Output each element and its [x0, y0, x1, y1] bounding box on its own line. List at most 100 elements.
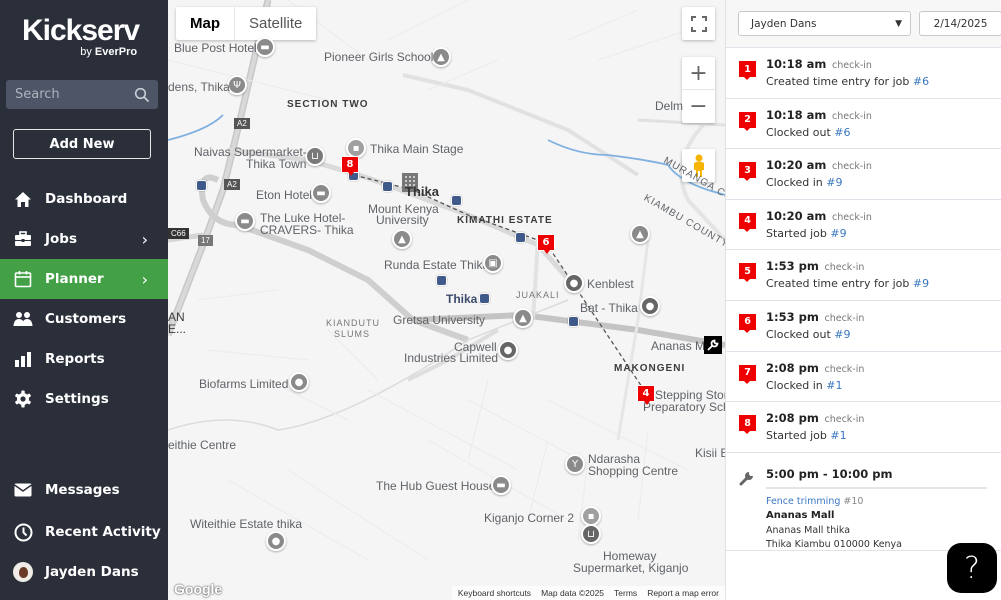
poi-shopping-icon[interactable]: ⊔	[581, 524, 601, 544]
job-item[interactable]: 5:00 pm - 10:00 pm Fence trimming #10 An…	[726, 453, 1001, 551]
poi-bar-icon[interactable]: Y	[565, 454, 585, 474]
checkin-description: Clocked out #6	[766, 126, 850, 139]
checkin-item[interactable]: 2 10:18 am check-in Clocked out #6	[726, 99, 1001, 150]
chevron-right-icon: ›	[141, 229, 148, 249]
checkin-item[interactable]: 6 1:53 pm check-in Clocked out #9	[726, 301, 1001, 352]
nav-item-messages[interactable]: Messages	[0, 470, 168, 510]
nav-item-planner[interactable]: Planner ›	[0, 259, 168, 299]
poi-lock-icon[interactable]: ▪	[581, 506, 601, 526]
user-select-value: Jayden Dans	[751, 17, 817, 30]
job-link[interactable]: #1	[826, 379, 842, 392]
map-type-satellite-button[interactable]: Satellite	[235, 7, 316, 40]
search-box[interactable]	[6, 80, 158, 109]
map-marker-6[interactable]: 6	[537, 234, 555, 254]
poi-school-icon[interactable]: ▲	[630, 224, 650, 244]
map-label: Kisii E	[695, 446, 725, 460]
poi-place-icon[interactable]: ●	[266, 531, 286, 551]
bar-chart-icon	[13, 349, 33, 369]
job-time-range: 5:00 pm - 10:00 pm	[766, 466, 893, 481]
main-nav: Dashboard Jobs › Planner › Customers Rep…	[0, 179, 168, 419]
checkin-item[interactable]: 3 10:20 am check-in Clocked in #9	[726, 149, 1001, 200]
briefcase-icon	[13, 229, 33, 249]
nav-item-recent-activity[interactable]: Recent Activity	[0, 512, 168, 552]
terms-link[interactable]: Terms	[614, 588, 637, 598]
job-link[interactable]: #1	[830, 429, 846, 442]
zoom-out-button[interactable]: −	[682, 90, 715, 123]
bus-stop-icon[interactable]	[196, 180, 207, 191]
add-new-button[interactable]: Add New	[13, 129, 151, 159]
zoom-in-button[interactable]: +	[682, 58, 715, 90]
nav-label: Recent Activity	[45, 524, 161, 540]
nav-item-jobs[interactable]: Jobs ›	[0, 219, 168, 259]
job-link[interactable]: #9	[826, 176, 842, 189]
keyboard-shortcuts-link[interactable]: Keyboard shortcuts	[458, 588, 531, 598]
checkin-time: 2:08 pm check-in	[766, 361, 864, 375]
checkin-item[interactable]: 1 10:18 am check-in Created time entry for…	[726, 48, 1001, 99]
poi-hotel-icon[interactable]: ▬	[255, 37, 275, 57]
nav-label: Settings	[45, 391, 109, 407]
bus-stop-icon[interactable]	[382, 181, 393, 192]
bus-stop-icon[interactable]	[451, 195, 462, 206]
poi-place-icon[interactable]: ●	[564, 273, 584, 293]
checkin-text: Created time entry for job	[766, 75, 913, 88]
bus-stop-icon[interactable]	[436, 275, 447, 286]
nav-item-profile[interactable]: Jayden Dans	[0, 552, 168, 592]
job-link[interactable]: #9	[913, 277, 929, 290]
poi-hotel-icon[interactable]: ▬	[311, 183, 331, 203]
job-link[interactable]: #6	[913, 75, 929, 88]
poi-hotel-icon[interactable]: ▬	[235, 211, 255, 231]
bus-stop-icon[interactable]	[479, 293, 490, 304]
search-input[interactable]	[15, 87, 125, 102]
job-link[interactable]: #9	[834, 328, 850, 341]
map[interactable]: Map Satellite + − A2 A2 C66 17 ▬ Blue Po…	[168, 0, 725, 600]
panel-filters: Jayden Dans ▼ 2/14/2025	[726, 0, 1001, 48]
checkin-item[interactable]: 8 2:08 pm check-in Started job #1	[726, 402, 1001, 453]
map-marker-8[interactable]: 8	[341, 156, 359, 176]
map-label: Preparatory Sch	[643, 400, 725, 414]
job-link[interactable]: #9	[830, 227, 846, 240]
poi-hotel-icon[interactable]: ▬	[491, 475, 511, 495]
nav-item-dashboard[interactable]: Dashboard	[0, 179, 168, 219]
nav-item-reports[interactable]: Reports	[0, 339, 168, 379]
user-select[interactable]: Jayden Dans ▼	[738, 11, 911, 36]
poi-place-icon[interactable]: ●	[289, 372, 309, 392]
map-label: Shopping Centre	[588, 464, 679, 478]
job-name[interactable]: Fence trimming	[766, 496, 840, 507]
poi-lock-icon[interactable]: ▣	[483, 253, 503, 273]
help-button[interactable]: ?	[947, 543, 997, 593]
logo[interactable]: Kickserv by EverPro	[22, 14, 140, 58]
fullscreen-button[interactable]	[682, 7, 715, 40]
poi-school-icon[interactable]: ▲	[431, 47, 451, 67]
poi-shopping-icon[interactable]: ⊔	[305, 146, 325, 166]
checkin-item[interactable]: 7 2:08 pm check-in Clocked in #1	[726, 352, 1001, 403]
nav-item-customers[interactable]: Customers	[0, 299, 168, 339]
search-icon[interactable]	[134, 87, 150, 103]
job-address-line2: Thika Kiambu 010000 Kenya	[766, 538, 903, 550]
checkin-text: Created time entry for job	[766, 277, 913, 291]
job-link[interactable]: #6	[834, 126, 850, 139]
checkin-tag: check-in	[824, 363, 865, 375]
map-type-map-button[interactable]: Map	[176, 7, 235, 40]
job-marker[interactable]	[704, 336, 722, 354]
map-marker-4[interactable]: 4	[637, 385, 655, 405]
calendar-icon	[13, 269, 33, 289]
bus-stop-icon[interactable]	[515, 232, 526, 243]
poi-restaurant-icon[interactable]: Ψ	[227, 75, 247, 95]
map-label: Bat - Thika	[580, 301, 638, 315]
checkin-description: Clocked out #9	[766, 328, 850, 341]
checkin-item[interactable]: 4 10:20 am check-in Started job #9	[726, 200, 1001, 251]
bus-stop-icon[interactable]	[568, 316, 579, 327]
poi-school-icon[interactable]: ▲	[513, 308, 533, 328]
date-input[interactable]: 2/14/2025	[919, 11, 1001, 36]
sidebar: Kickserv by EverPro Add New Dashboard Jo…	[0, 0, 168, 600]
poi-school-icon[interactable]: ▲	[392, 229, 412, 249]
report-map-error-link[interactable]: Report a map error	[647, 588, 719, 598]
nav-item-settings[interactable]: Settings	[0, 379, 168, 419]
poi-stage-icon[interactable]: ▪	[346, 138, 366, 158]
poi-place-icon[interactable]: ●	[498, 340, 518, 360]
checkin-item[interactable]: 5 1:53 pm check-in Created time entry for …	[726, 250, 1001, 301]
job-link[interactable]: Fence trimming #10	[766, 496, 863, 507]
poi-place-icon[interactable]: ●	[640, 296, 660, 316]
checkin-description: Started job #1	[766, 429, 847, 442]
zoom-controls: + −	[682, 57, 715, 123]
